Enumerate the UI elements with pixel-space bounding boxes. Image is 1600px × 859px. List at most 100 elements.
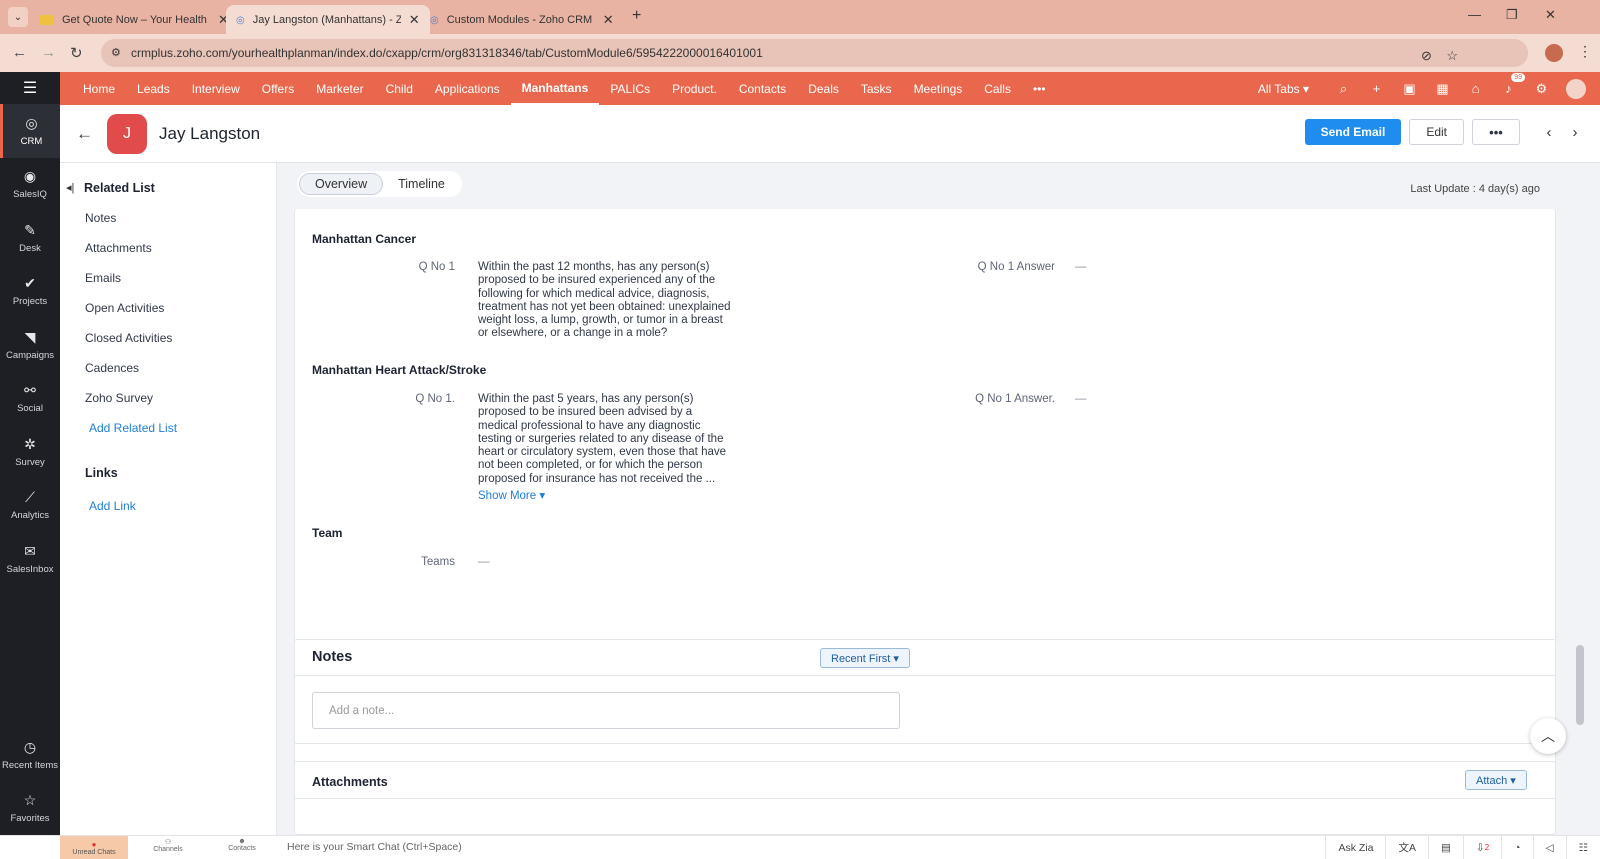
rail-item-salesiq[interactable]: ◉ SalesIQ bbox=[0, 158, 60, 212]
field-value-cancer-answer[interactable]: — bbox=[1075, 261, 1087, 273]
tab-list-button[interactable]: ⌄ bbox=[8, 7, 28, 27]
nav-offers[interactable]: Offers bbox=[251, 72, 305, 105]
feedback-icon[interactable]: ☷ bbox=[1565, 836, 1600, 859]
nav-meetings[interactable]: Meetings bbox=[903, 72, 974, 105]
nav-home[interactable]: Home bbox=[72, 72, 126, 105]
new-tab-button[interactable]: + bbox=[632, 7, 641, 25]
channels-icon: ⚇ bbox=[164, 839, 172, 846]
more-actions-button[interactable]: ••• bbox=[1472, 119, 1520, 145]
related-item-notes[interactable]: Notes bbox=[85, 211, 116, 225]
search-icon[interactable]: ⌕ bbox=[1327, 81, 1360, 97]
rail-item-campaigns[interactable]: ◥ Campaigns bbox=[0, 318, 60, 372]
user-avatar[interactable] bbox=[1566, 78, 1586, 99]
plus-icon[interactable]: + bbox=[1360, 81, 1393, 96]
nav-palics[interactable]: PALICs bbox=[599, 72, 661, 105]
nav-more[interactable]: ••• bbox=[1022, 72, 1057, 105]
collapse-icon[interactable]: ◂| bbox=[66, 181, 74, 194]
next-record-icon[interactable]: › bbox=[1562, 124, 1588, 141]
translate-icon[interactable]: 文A bbox=[1385, 836, 1428, 859]
rail-item-analytics[interactable]: ⟋ Analytics bbox=[0, 479, 60, 533]
rail-item-crm[interactable]: ◎ CRM bbox=[0, 104, 60, 158]
add-link-link[interactable]: Add Link bbox=[89, 499, 136, 513]
nav-deals[interactable]: Deals bbox=[797, 72, 850, 105]
forward-icon[interactable]: → bbox=[41, 44, 56, 61]
calendar-icon[interactable]: ▦ bbox=[1426, 81, 1459, 97]
notes-sort-dropdown[interactable]: Recent First ▾ bbox=[820, 648, 910, 668]
show-more-link[interactable]: Show More ▾ bbox=[478, 488, 545, 502]
close-icon[interactable]: ✕ bbox=[603, 12, 614, 28]
related-item-emails[interactable]: Emails bbox=[85, 271, 121, 285]
all-tabs-dropdown[interactable]: All Tabs ▾ bbox=[1240, 82, 1327, 96]
nav-child[interactable]: Child bbox=[375, 72, 424, 105]
send-email-button[interactable]: Send Email bbox=[1304, 119, 1402, 145]
omnibox-icons[interactable]: ⊘ ☆ bbox=[1421, 48, 1458, 64]
related-item-closed-activities[interactable]: Closed Activities bbox=[85, 331, 172, 345]
activity-icon[interactable]: ▣ bbox=[1393, 81, 1426, 97]
tab-overview[interactable]: Overview bbox=[299, 173, 384, 195]
social-icon: ⚯ bbox=[24, 382, 36, 399]
tab-timeline[interactable]: Timeline bbox=[383, 173, 460, 195]
marketplace-icon[interactable]: ⌂ bbox=[1459, 81, 1492, 96]
nav-product[interactable]: Product. bbox=[661, 72, 728, 105]
gear-icon[interactable]: ⚙ bbox=[1525, 81, 1558, 97]
related-item-cadences[interactable]: Cadences bbox=[85, 361, 139, 375]
rail-item-survey[interactable]: ✲ Survey bbox=[0, 425, 60, 479]
related-item-open-activities[interactable]: Open Activities bbox=[85, 301, 164, 315]
url-input[interactable]: ⚙ crmplus.zoho.com/yourhealthplanman/ind… bbox=[101, 39, 1528, 67]
scrollbar-thumb[interactable] bbox=[1576, 645, 1584, 725]
add-related-list-link[interactable]: Add Related List bbox=[89, 421, 177, 435]
rail-item-favorites[interactable]: ☆ Favorites bbox=[0, 782, 60, 836]
edit-button[interactable]: Edit bbox=[1409, 119, 1464, 145]
rail-item-projects[interactable]: ✔ Projects bbox=[0, 265, 60, 319]
window-close-icon[interactable]: ✕ bbox=[1545, 7, 1556, 23]
browser-tab-3[interactable]: ◎ Custom Modules - Zoho CRM ✕ bbox=[420, 5, 624, 34]
browser-menu-icon[interactable]: ⋮ bbox=[1578, 43, 1592, 60]
alarm-icon[interactable]: ◔ bbox=[1501, 836, 1532, 859]
announce-icon[interactable]: ◁ bbox=[1532, 836, 1566, 859]
rail-item-recent[interactable]: ◷ Recent Items bbox=[0, 728, 60, 782]
nav-tasks[interactable]: Tasks bbox=[850, 72, 903, 105]
browser-tab-2[interactable]: ◎ Jay Langston (Manhattans) - Zo ✕ bbox=[226, 5, 430, 34]
nav-interview[interactable]: Interview bbox=[181, 72, 251, 105]
smart-chat-input[interactable]: Here is your Smart Chat (Ctrl+Space) bbox=[287, 841, 462, 853]
field-label: Q No 1. bbox=[415, 393, 455, 405]
scroll-to-top-button[interactable]: ︿ bbox=[1530, 718, 1566, 754]
prev-record-icon[interactable]: ‹ bbox=[1536, 124, 1562, 141]
contacts-button[interactable]: ☻ Contacts bbox=[222, 838, 262, 852]
ask-zia-button[interactable]: Ask Zia bbox=[1325, 836, 1385, 859]
site-info-icon[interactable]: ⚙ bbox=[111, 46, 121, 59]
rail-item-social[interactable]: ⚯ Social bbox=[0, 372, 60, 426]
bell-icon[interactable]: ♪ 99 bbox=[1492, 73, 1525, 96]
nav-applications[interactable]: Applications bbox=[424, 72, 511, 105]
close-icon[interactable]: ✕ bbox=[409, 12, 420, 28]
profile-icon[interactable] bbox=[1545, 44, 1563, 62]
related-item-zoho-survey[interactable]: Zoho Survey bbox=[85, 391, 153, 405]
nav-contacts[interactable]: Contacts bbox=[728, 72, 797, 105]
nav-calls[interactable]: Calls bbox=[973, 72, 1022, 105]
rail-item-salesinbox[interactable]: ✉ SalesInbox bbox=[0, 532, 60, 586]
nav-manhattans[interactable]: Manhattans bbox=[510, 72, 600, 105]
unread-chats-button[interactable]: ● Unread Chats bbox=[60, 836, 128, 859]
restore-icon[interactable]: ❐ bbox=[1506, 7, 1518, 23]
nav-marketer[interactable]: Marketer bbox=[305, 72, 374, 105]
page-scrollbar[interactable] bbox=[1576, 215, 1584, 835]
notes-icon[interactable]: ▤ bbox=[1427, 836, 1463, 859]
nav-leads[interactable]: Leads bbox=[126, 72, 181, 105]
field-value-cancer-q1[interactable]: Within the past 12 months, has any perso… bbox=[478, 261, 768, 341]
channels-button[interactable]: ⚇ Channels bbox=[148, 838, 188, 853]
browser-tab-1[interactable]: Get Quote Now – Your Health P ✕ bbox=[30, 5, 239, 34]
add-note-input[interactable]: Add a note... bbox=[312, 692, 900, 729]
rail-item-desk[interactable]: ✎ Desk bbox=[0, 211, 60, 265]
related-item-attachments[interactable]: Attachments bbox=[85, 241, 152, 255]
hamburger-icon[interactable]: ☰ bbox=[0, 72, 60, 104]
back-arrow-icon[interactable]: ← bbox=[76, 124, 93, 144]
field-value-heart-q1[interactable]: Within the past 5 years, has any person(… bbox=[478, 393, 768, 486]
rail-label: Campaigns bbox=[5, 349, 55, 361]
field-value-heart-answer[interactable]: — bbox=[1075, 393, 1087, 405]
back-icon[interactable]: ← bbox=[12, 44, 27, 61]
field-value-teams[interactable]: — bbox=[478, 556, 490, 568]
reload-icon[interactable]: ↻ bbox=[70, 44, 83, 62]
downloads-icon[interactable]: ⇩ 2 bbox=[1462, 836, 1501, 859]
minimize-icon[interactable]: — bbox=[1468, 7, 1481, 22]
attach-dropdown[interactable]: Attach ▾ bbox=[1465, 770, 1527, 790]
